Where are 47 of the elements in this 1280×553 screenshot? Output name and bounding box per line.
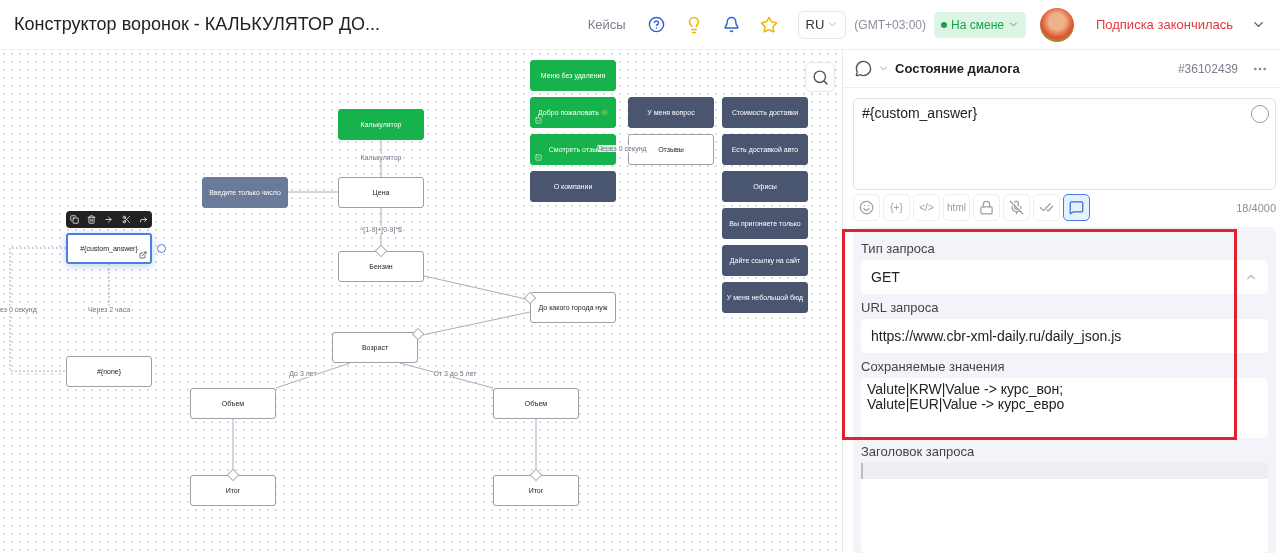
avatar[interactable]	[1039, 7, 1074, 42]
page-title: Конструктор воронок - КАЛЬКУЛЯТОР ДО...	[14, 14, 382, 35]
dialog-id: #36102439	[1177, 61, 1238, 76]
trash-icon[interactable]	[87, 215, 97, 224]
field-label: URL запроса	[861, 300, 940, 315]
checkbox-icon	[535, 154, 542, 161]
url-field[interactable]: https://www.cbr-xml-daily.ru/daily_json.js	[861, 319, 1268, 353]
search-button[interactable]	[805, 62, 835, 92]
connection-point[interactable]	[226, 468, 240, 482]
copy-icon[interactable]	[70, 215, 80, 224]
external-link-icon	[139, 251, 147, 259]
connection-point[interactable]	[529, 468, 543, 482]
checkbox-icon	[535, 117, 542, 124]
saved-values-field[interactable]: Valute|KRW|Value -> курс_вон; Valute|EUR|Value -> курс_евро	[861, 378, 1268, 438]
emoji-icon	[859, 200, 874, 215]
cases-link[interactable]: Кейсы	[587, 17, 626, 32]
connection-port[interactable]	[157, 244, 166, 253]
arrow-right-icon[interactable]	[104, 215, 114, 224]
field-label: Сохраняемые значения	[861, 359, 1006, 374]
timezone: (GMT+03:00)	[854, 17, 927, 32]
bell-icon[interactable]	[722, 16, 740, 33]
chat-icon[interactable]	[855, 60, 872, 77]
connector-line	[287, 191, 339, 193]
connector-line	[108, 263, 110, 307]
help-icon[interactable]	[647, 16, 665, 33]
field-label: Заголовок запроса	[861, 444, 976, 459]
connection-point[interactable]	[411, 327, 425, 341]
microphone-off-icon	[1009, 200, 1024, 215]
request-type-select[interactable]: GET	[861, 260, 1268, 294]
panel-title: Состояние диалога	[895, 61, 1021, 76]
language-select[interactable]: RU	[797, 10, 847, 39]
char-counter: 18/4000	[1236, 201, 1276, 214]
eyes-icon	[600, 109, 608, 116]
message-field[interactable]: #{custom_answer}	[853, 98, 1276, 190]
share-icon[interactable]	[138, 215, 148, 224]
connection-point[interactable]	[523, 291, 537, 305]
connector-line	[380, 139, 382, 178]
star-icon[interactable]	[759, 15, 778, 34]
connection-point[interactable]	[374, 244, 388, 258]
headers-field[interactable]	[861, 463, 1268, 553]
subscription-link[interactable]: Подписка закончилась	[1095, 17, 1233, 32]
lock-icon	[979, 200, 994, 215]
message-icon	[1069, 200, 1084, 215]
format-button[interactable]	[1063, 194, 1090, 221]
field-label: Тип запроса	[861, 241, 936, 256]
search-icon	[811, 68, 829, 86]
scissors-icon[interactable]	[121, 215, 131, 224]
